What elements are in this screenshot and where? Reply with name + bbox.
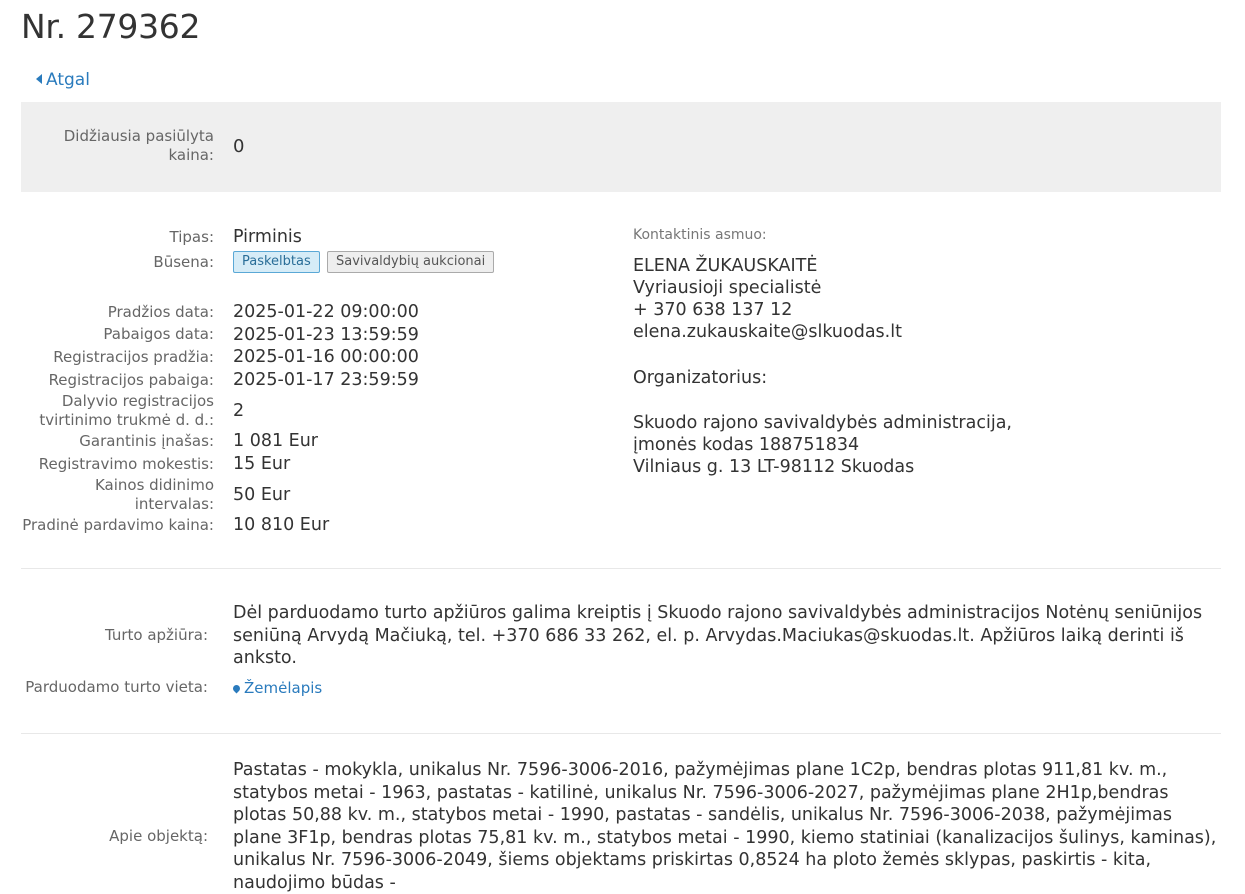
deposit-value: 1 081 Eur — [233, 431, 319, 451]
deposit-label: Garantinis įnašas: — [79, 432, 214, 450]
end-date-label: Pabaigos data: — [103, 325, 214, 343]
contact-email: elena.zukauskaite@slkuodas.lt — [633, 322, 902, 342]
map-link-label: Žemėlapis — [244, 679, 323, 697]
registration-fee-value: 15 Eur — [233, 454, 291, 474]
bid-increment-value: 50 Eur — [233, 485, 291, 505]
about-object-text: Pastatas - mokykla, unikalus Nr. 7596-30… — [233, 760, 1217, 893]
organizer-label: Organizatorius: — [633, 368, 768, 388]
highest-bid-panel: Didžiausia pasiūlyta kaina: 0 — [21, 102, 1221, 192]
divider — [21, 733, 1221, 734]
end-date-value: 2025-01-23 13:59:59 — [233, 325, 419, 345]
confirmation-duration-label: Dalyvio registracijos tvirtinimo trukmė … — [39, 392, 214, 429]
contact-name: ELENA ŽUKAUSKAITĖ — [633, 256, 818, 276]
inspection-text: Dėl parduodamo turto apžiūros galima kre… — [233, 603, 1203, 668]
contact-position: Vyriausioji specialistė — [633, 278, 822, 298]
organizer-address: Vilniaus g. 13 LT-98112 Skuodas — [633, 457, 915, 477]
registration-end-value: 2025-01-17 23:59:59 — [233, 370, 419, 390]
organizer-name: Skuodo rajono savivaldybės administracij… — [633, 413, 1012, 433]
confirmation-duration-value: 2 — [233, 401, 245, 421]
back-link[interactable]: Atgal — [36, 70, 90, 90]
inspection-label: Turto apžiūra: — [104, 626, 208, 644]
highest-bid-value: 0 — [233, 136, 245, 157]
type-value: Pirminis — [233, 227, 302, 247]
category-badge: Savivaldybių aukcionai — [327, 251, 495, 273]
contact-phone: + 370 638 137 12 — [633, 300, 793, 320]
registration-end-label: Registracijos pabaiga: — [48, 371, 214, 389]
about-object-label: Apie objektą: — [109, 827, 208, 845]
starting-price-value: 10 810 Eur — [233, 515, 330, 535]
starting-price-label: Pradinė pardavimo kaina: — [22, 516, 214, 534]
organizer-code: įmonės kodas 188751834 — [633, 435, 860, 455]
caret-left-icon — [36, 74, 42, 84]
map-link[interactable]: Žemėlapis — [231, 679, 323, 697]
page-title: Nr. 279362 — [21, 7, 201, 46]
bid-increment-label: Kainos didinimo intervalas: — [94, 476, 214, 513]
divider — [21, 568, 1221, 569]
contact-person-label: Kontaktinis asmuo: — [633, 227, 767, 243]
registration-start-value: 2025-01-16 00:00:00 — [233, 347, 419, 367]
registration-start-label: Registracijos pradžia: — [53, 348, 214, 366]
highest-bid-label: Didžiausia pasiūlyta kaina: — [63, 127, 214, 164]
status-badge-published: Paskelbtas — [233, 251, 320, 273]
status-label: Būsena: — [153, 253, 214, 271]
start-date-value: 2025-01-22 09:00:00 — [233, 302, 419, 322]
map-marker-icon — [231, 683, 242, 694]
registration-fee-label: Registravimo mokestis: — [38, 455, 214, 473]
type-label: Tipas: — [169, 228, 214, 246]
start-date-label: Pradžios data: — [107, 303, 214, 321]
location-label: Parduodamo turto vieta: — [25, 678, 208, 696]
auction-detail-page: Nr. 279362 Atgal Didžiausia pasiūlyta ka… — [0, 0, 1245, 893]
back-link-label: Atgal — [46, 70, 90, 90]
